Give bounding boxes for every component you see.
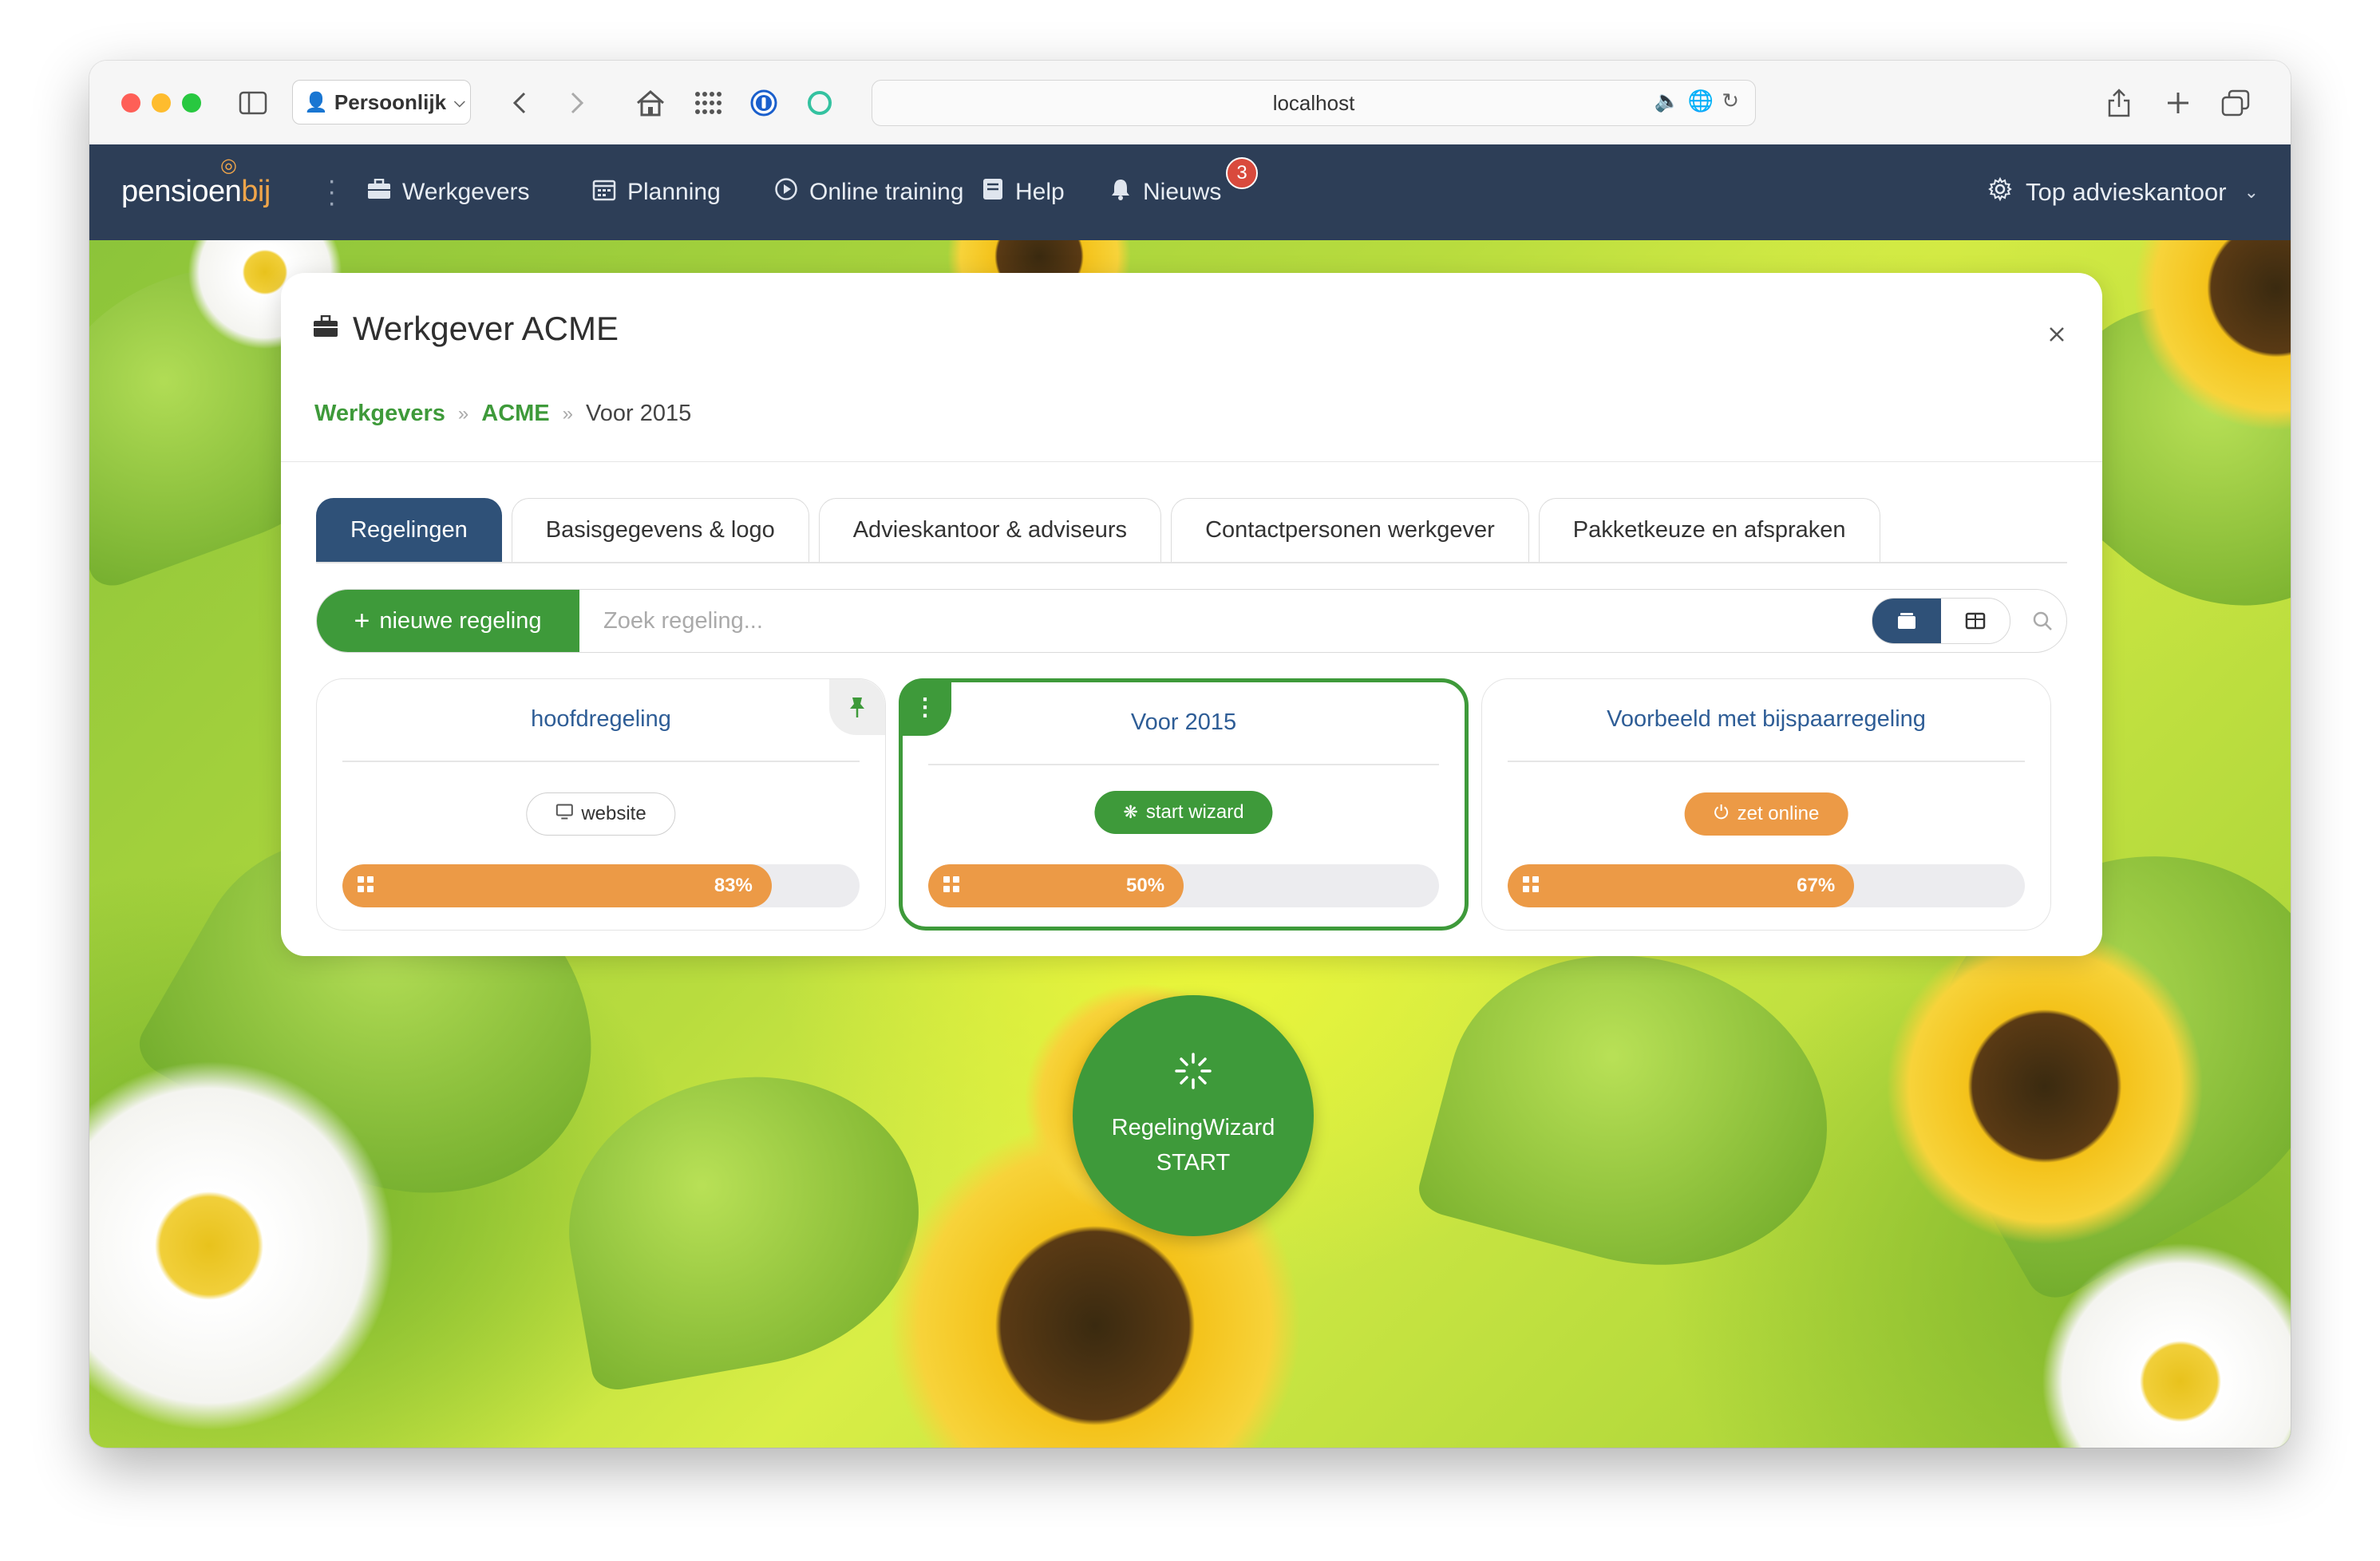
grid-apps-icon[interactable] (690, 85, 726, 121)
gear-icon (1987, 176, 2013, 208)
password-manager-icon[interactable] (745, 85, 782, 121)
tabs-underline (316, 562, 2067, 563)
regeling-card-bijspaarregeling[interactable]: Voorbeeld met bijspaarregeling zet onlin… (1481, 678, 2051, 931)
book-icon (982, 177, 1004, 207)
calendar-icon (592, 177, 616, 207)
translate-icon[interactable]: 🌐 (1688, 89, 1714, 113)
divider (928, 764, 1439, 765)
wizard-start-label: START (1156, 1149, 1231, 1176)
play-circle-icon (774, 177, 798, 207)
grid-icon (357, 874, 374, 899)
divider (1508, 761, 2025, 762)
spinner-icon: ❋ (1123, 802, 1138, 822)
search-icon[interactable] (2018, 611, 2066, 631)
chevron-down-icon: ⌵ (454, 93, 465, 110)
tab-advieskantoor[interactable]: Advieskantoor & adviseurs (818, 498, 1162, 562)
card-title[interactable]: Voor 2015 (903, 709, 1465, 736)
pensioenbij-logo[interactable]: ◎ pensioenbij (121, 155, 271, 209)
divider (281, 461, 2102, 462)
close-window-button[interactable] (121, 93, 140, 113)
nav-werkgevers[interactable]: Werkgevers (367, 144, 530, 240)
card-title[interactable]: Voorbeeld met bijspaarregeling (1482, 706, 2050, 733)
briefcase-icon (313, 314, 338, 345)
news-count-badge: 3 (1226, 157, 1258, 189)
plus-icon: + (354, 605, 370, 636)
url-text: localhost (1272, 90, 1355, 115)
progress-bar: 67% (1508, 864, 2025, 907)
breadcrumb-current: Voor 2015 (586, 401, 692, 426)
new-regeling-button[interactable]: + nieuwe regeling (317, 590, 579, 652)
power-icon (1714, 804, 1730, 824)
zoom-window-button[interactable] (182, 93, 201, 113)
progress-fill (342, 864, 772, 907)
panel-title: Werkgever ACME (313, 310, 619, 348)
divider (342, 761, 860, 762)
progress-label: 83% (714, 875, 753, 896)
tab-pakketkeuze[interactable]: Pakketkeuze en afspraken (1538, 498, 1880, 562)
bell-icon (1109, 177, 1132, 207)
employer-panel: Werkgever ACME Werkgevers » ACME » Voor … (281, 273, 2102, 956)
progress-label: 67% (1797, 875, 1836, 896)
tab-bar: Regelingen Basisgegevens & logo Advieska… (316, 498, 1890, 562)
new-tab-icon[interactable] (2160, 85, 2196, 121)
search-regeling-input[interactable] (579, 590, 1872, 652)
regeling-toolbar: + nieuwe regeling (316, 589, 2067, 653)
office-selector[interactable]: Top advieskantoor ⌄ (1987, 144, 2259, 240)
bee-icon: ◎ (220, 155, 237, 176)
progress-bar: 50% (928, 864, 1439, 907)
person-icon: 👤 (304, 91, 328, 113)
regeling-card-voor-2015[interactable]: ⋮ Voor 2015 ❋ start wizard 50% (899, 678, 1469, 931)
breadcrumb: Werkgevers » ACME » Voor 2015 (314, 401, 691, 427)
more-vertical-icon[interactable]: · · · (327, 167, 336, 216)
browser-window: 👤 Persoonlijk ⌵ localhost 🔈 🌐 ↻ ◎ pensio… (89, 61, 2291, 1448)
app-navbar: ◎ pensioenbij · · · Werkgevers Planning On… (89, 144, 2291, 240)
grid-icon (943, 874, 960, 899)
tab-overview-icon[interactable] (2217, 85, 2254, 121)
view-toggle (1872, 598, 2010, 644)
home-icon[interactable] (632, 85, 669, 121)
extension-circle-icon[interactable] (801, 85, 838, 121)
briefcase-icon (367, 178, 391, 206)
share-icon[interactable] (2101, 85, 2137, 121)
nav-online-training[interactable]: Online training (774, 144, 963, 240)
close-icon[interactable] (2048, 319, 2066, 350)
wizard-title: RegelingWizard (1111, 1114, 1275, 1140)
tab-basisgegevens[interactable]: Basisgegevens & logo (511, 498, 809, 562)
sidebar-toggle-icon[interactable] (235, 85, 271, 121)
card-view-icon[interactable] (1872, 599, 1941, 643)
back-icon[interactable] (501, 85, 538, 121)
reload-icon[interactable]: ↻ (1722, 89, 1739, 113)
breadcrumb-werkgevers[interactable]: Werkgevers (314, 401, 445, 427)
minimize-window-button[interactable] (152, 93, 171, 113)
profile-label: Persoonlijk (334, 89, 447, 114)
tab-regelingen[interactable]: Regelingen (316, 498, 502, 562)
breadcrumb-acme[interactable]: ACME (481, 401, 549, 427)
progress-label: 50% (1126, 875, 1165, 896)
spinner-icon (1174, 1052, 1212, 1099)
regeling-wizard-start-button[interactable]: RegelingWizard START (1073, 995, 1314, 1236)
address-bar[interactable]: localhost 🔈 🌐 ↻ (872, 80, 1756, 126)
monitor-icon (555, 804, 573, 824)
progress-bar: 83% (342, 864, 860, 907)
nav-planning[interactable]: Planning (592, 144, 721, 240)
table-view-icon[interactable] (1941, 599, 2010, 643)
start-wizard-button[interactable]: ❋ start wizard (1094, 791, 1273, 834)
regeling-card-hoofdregeling[interactable]: hoofdregeling website 83% (316, 678, 886, 931)
breadcrumb-separator-icon: » (562, 402, 574, 425)
chevron-down-icon: ⌄ (2244, 182, 2259, 202)
grid-icon (1522, 874, 1540, 899)
card-title[interactable]: hoofdregeling (317, 706, 885, 733)
browser-toolbar: 👤 Persoonlijk ⌵ localhost 🔈 🌐 ↻ (89, 61, 2291, 145)
website-button[interactable]: website (526, 792, 676, 836)
tab-contactpersonen[interactable]: Contactpersonen werkgever (1171, 498, 1529, 562)
profile-selector[interactable]: 👤 Persoonlijk ⌵ (292, 80, 471, 124)
zet-online-button[interactable]: zet online (1684, 792, 1848, 836)
speaker-icon[interactable]: 🔈 (1654, 89, 1679, 113)
breadcrumb-separator-icon: » (457, 402, 469, 425)
forward-icon[interactable] (559, 85, 595, 121)
nav-nieuws[interactable]: Nieuws (1109, 144, 1221, 240)
nav-help[interactable]: Help (982, 144, 1065, 240)
